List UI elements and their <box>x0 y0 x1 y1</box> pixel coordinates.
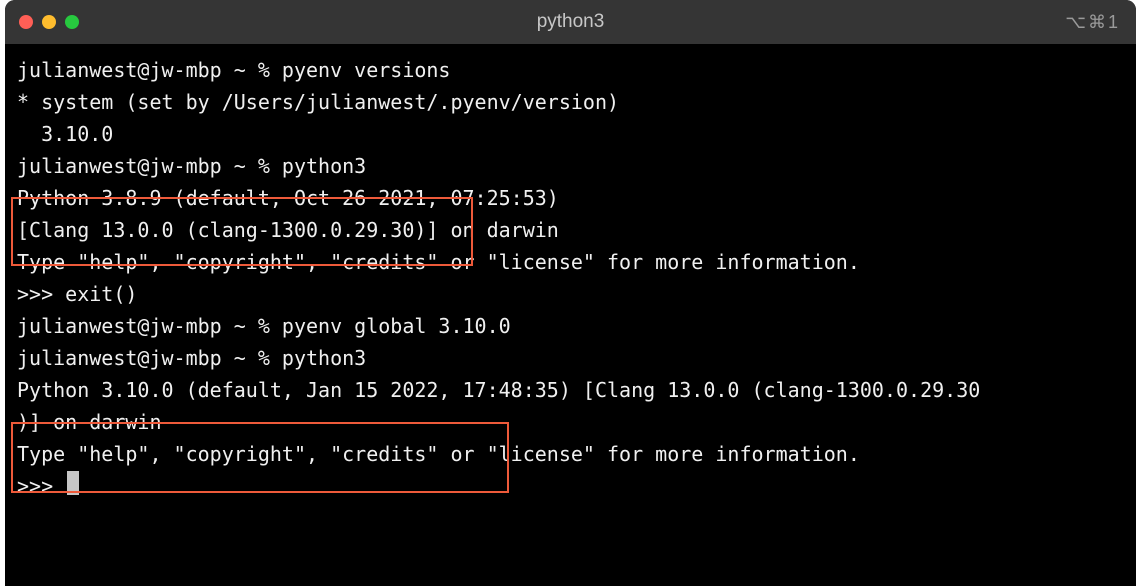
terminal-line: >>> exit() <box>17 278 1124 310</box>
terminal-line: [Clang 13.0.0 (clang-1300.0.29.30)] on d… <box>17 214 1124 246</box>
window-shortcut: ⌥⌘1 <box>1065 12 1120 33</box>
terminal-line: Python 3.10.0 (default, Jan 15 2022, 17:… <box>17 374 1124 406</box>
terminal-line: Type "help", "copyright", "credits" or "… <box>17 438 1124 470</box>
terminal-line: Type "help", "copyright", "credits" or "… <box>17 246 1124 278</box>
terminal-line: julianwest@jw-mbp ~ % pyenv global 3.10.… <box>17 310 1124 342</box>
terminal-line: )] on darwin <box>17 406 1124 438</box>
terminal-line: * system (set by /Users/julianwest/.pyen… <box>17 86 1124 118</box>
titlebar: python3 ⌥⌘1 <box>5 0 1136 44</box>
window-title: python3 <box>537 11 605 33</box>
close-button[interactable] <box>19 15 33 29</box>
minimize-button[interactable] <box>42 15 56 29</box>
traffic-lights <box>19 15 79 29</box>
maximize-button[interactable] <box>65 15 79 29</box>
terminal-window: python3 ⌥⌘1 julianwest@jw-mbp ~ % pyenv … <box>5 0 1136 586</box>
terminal-line: Python 3.8.9 (default, Oct 26 2021, 07:2… <box>17 182 1124 214</box>
terminal-prompt-line: >>> <box>17 470 1124 502</box>
terminal-line: julianwest@jw-mbp ~ % python3 <box>17 150 1124 182</box>
terminal-line: julianwest@jw-mbp ~ % pyenv versions <box>17 54 1124 86</box>
terminal-line: 3.10.0 <box>17 118 1124 150</box>
prompt-text: >>> <box>17 474 65 498</box>
cursor-icon <box>67 471 79 495</box>
terminal-line: julianwest@jw-mbp ~ % python3 <box>17 342 1124 374</box>
terminal-body[interactable]: julianwest@jw-mbp ~ % pyenv versions * s… <box>5 44 1136 512</box>
